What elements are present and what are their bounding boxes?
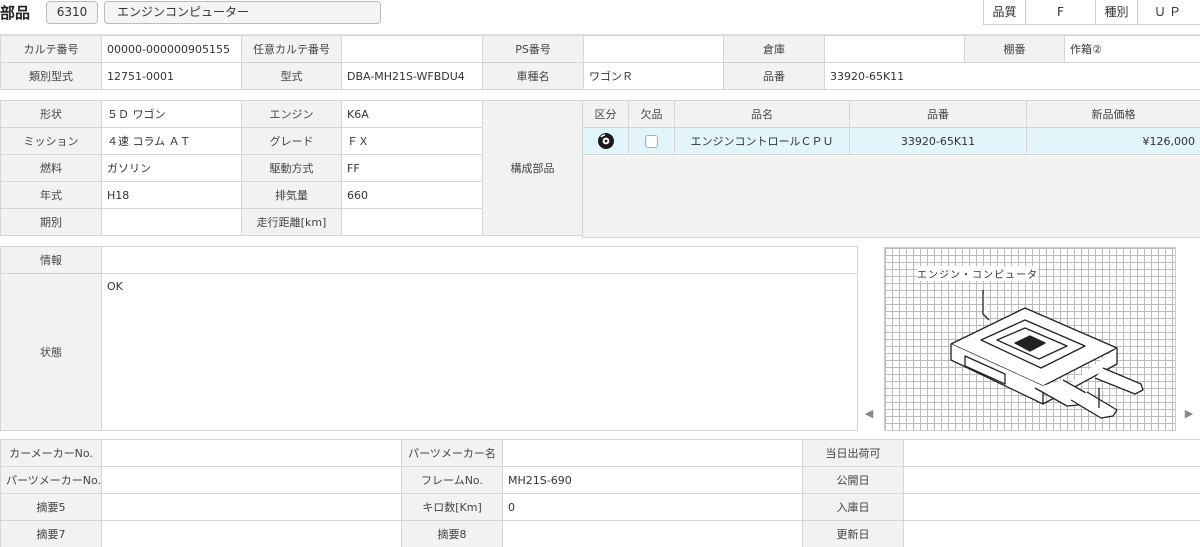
type-value: ＵＰ — [1137, 0, 1200, 25]
info-label: 情報 — [0, 246, 102, 274]
footer-table: カーメーカーNo. パーツメーカー名 当日出荷可 パーツメーカーNo. フレーム… — [0, 439, 1200, 547]
quality-label: 品質 — [983, 0, 1025, 25]
vehicle-value: ワゴンＲ — [583, 62, 724, 90]
carmaker-no-value — [101, 439, 402, 467]
page-title: 部品 — [0, 4, 31, 22]
parts-header-price: 新品価格 — [1026, 100, 1200, 128]
warehouse-label: 倉庫 — [723, 35, 825, 63]
partsmaker-name-label: パーツメーカー名 — [401, 439, 503, 467]
parts-category-cell — [582, 127, 629, 155]
year-label: 年式 — [0, 181, 102, 209]
mileage-value — [341, 208, 483, 236]
grade-label: グレード — [241, 127, 342, 155]
fuel-value: ガソリン — [101, 154, 242, 182]
engine-label: エンジン — [241, 100, 342, 128]
publish-date-label: 公開日 — [802, 466, 904, 494]
mission-label: ミッション — [0, 127, 102, 155]
km-label: キロ数[Km] — [401, 493, 503, 521]
parts-missing-cell — [628, 127, 675, 155]
parts-part-no-value: 33920-65K11 — [849, 127, 1027, 155]
info-value — [101, 246, 858, 274]
optional-karte-label: 任意カルテ番号 — [241, 35, 342, 63]
update-date-label: 更新日 — [802, 520, 904, 547]
partsmaker-no-value — [101, 466, 402, 494]
drive-value: FF — [341, 154, 483, 182]
class-model-label: 類別型式 — [0, 62, 102, 90]
notes-table: 情報 状態 OK — [0, 246, 858, 431]
specs-table: 形状 ５Ｄ ワゴン エンジン K6A 構成部品 ミッション ４速 コラム ＡＴ … — [0, 100, 583, 236]
shape-label: 形状 — [0, 100, 102, 128]
parts-price-value: ¥126,000 — [1026, 127, 1200, 155]
frame-no-label: フレームNo. — [401, 466, 503, 494]
ps-value — [583, 35, 724, 63]
parts-header-missing: 欠品 — [628, 100, 675, 128]
frame-no-value: MH21S-690 — [502, 466, 803, 494]
memo5-value — [101, 493, 402, 521]
mileage-label: 走行距離[km] — [241, 208, 342, 236]
same-day-label: 当日出荷可 — [802, 439, 904, 467]
status-value: OK — [101, 273, 858, 431]
partsmaker-name-value — [502, 439, 803, 467]
parts-header-category: 区分 — [582, 100, 629, 128]
arrival-date-value — [903, 493, 1200, 521]
model-value: DBA-MH21S-WFBDU4 — [341, 62, 483, 90]
ecu-drawing — [950, 290, 1144, 419]
part-no-value: 33920-65K11 — [824, 62, 1200, 90]
chevron-left-icon[interactable]: ◀ — [862, 405, 876, 423]
memo7-label: 摘要7 — [0, 520, 102, 547]
period-label: 期別 — [0, 208, 102, 236]
warehouse-value — [824, 35, 965, 63]
type-label: 種別 — [1095, 0, 1137, 25]
year-value: H18 — [101, 181, 242, 209]
shelf-value: 作箱② — [1064, 35, 1200, 63]
part-no-label: 品番 — [723, 62, 825, 90]
model-label: 型式 — [241, 62, 342, 90]
period-value — [101, 208, 242, 236]
parts-name-value: エンジンコントロールＣＰＵ — [674, 127, 850, 155]
optional-karte-value — [341, 35, 483, 63]
chevron-right-icon[interactable]: ▶ — [1182, 405, 1196, 423]
publish-date-value — [903, 466, 1200, 494]
arrival-date-label: 入庫日 — [802, 493, 904, 521]
part-code-field: 6310 — [46, 1, 98, 24]
shelf-label: 棚番 — [964, 35, 1065, 63]
km-value: 0 — [502, 493, 803, 521]
missing-checkbox[interactable] — [645, 134, 658, 148]
update-date-value — [903, 520, 1200, 547]
memo5-label: 摘要5 — [0, 493, 102, 521]
info-table: カルテ番号 00000-000000905155 任意カルテ番号 PS番号 倉庫… — [0, 35, 1200, 90]
mission-value: ４速 コラム ＡＴ — [101, 127, 242, 155]
memo8-value — [502, 520, 803, 547]
karte-label: カルテ番号 — [0, 35, 102, 63]
grade-value: ＦＸ — [341, 127, 483, 155]
memo8-label: 摘要8 — [401, 520, 503, 547]
class-model-value: 12751-0001 — [101, 62, 242, 90]
parts-empty-area — [582, 156, 1200, 238]
parts-header-name: 品名 — [674, 100, 850, 128]
carmaker-no-label: カーメーカーNo. — [0, 439, 102, 467]
ps-label: PS番号 — [482, 35, 584, 63]
memo7-value — [101, 520, 402, 547]
parts-diagram-image: エンジン・コンピュータ — [884, 247, 1176, 431]
partsmaker-no-label: パーツメーカーNo. — [0, 466, 102, 494]
parts-row[interactable]: エンジンコントロールＣＰＵ 33920-65K11 ¥126,000 — [582, 127, 1200, 155]
karte-value: 00000-000000905155 — [101, 35, 242, 63]
quality-value: F — [1025, 0, 1095, 25]
shape-value: ５Ｄ ワゴン — [101, 100, 242, 128]
drive-label: 駆動方式 — [241, 154, 342, 182]
displacement-label: 排気量 — [241, 181, 342, 209]
status-label: 状態 — [0, 273, 102, 431]
components-label: 構成部品 — [482, 100, 583, 236]
same-day-value — [903, 439, 1200, 467]
displacement-value: 660 — [341, 181, 483, 209]
engine-value: K6A — [341, 100, 483, 128]
vehicle-label: 車種名 — [482, 62, 584, 90]
fuel-label: 燃料 — [0, 154, 102, 182]
parts-table: 区分 欠品 品名 品番 新品価格 エンジンコントロールＣＰＵ 33920-65K… — [582, 100, 1200, 155]
parts-header-part-no: 品番 — [849, 100, 1027, 128]
part-name-field: エンジンコンピューター — [104, 1, 381, 24]
disc-icon — [597, 133, 614, 149]
